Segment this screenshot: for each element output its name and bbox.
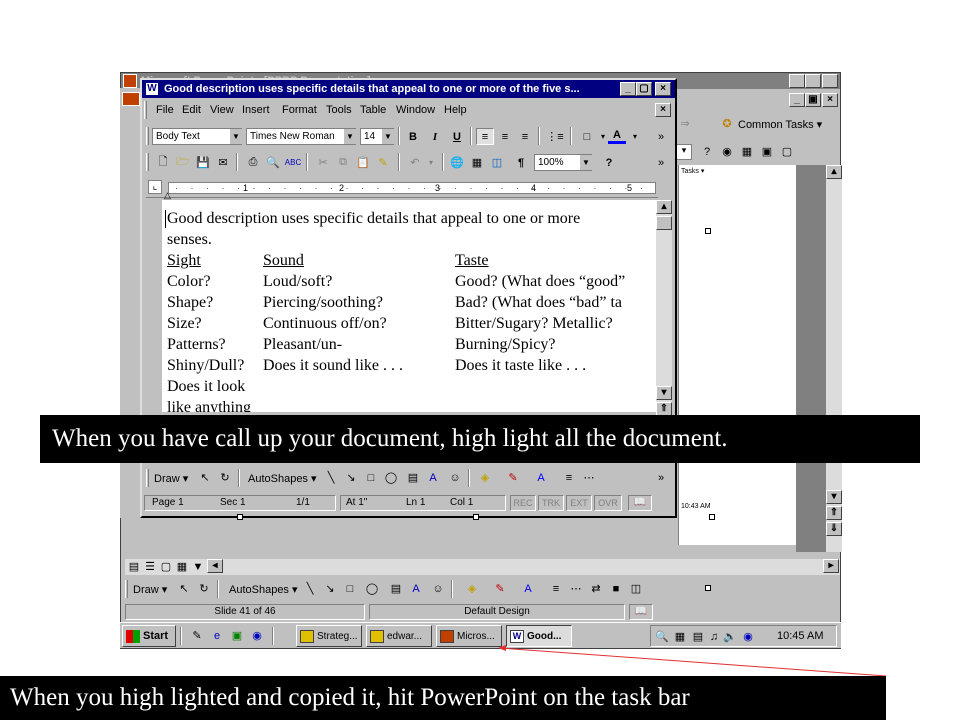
- arrow-head: [498, 645, 506, 651]
- callout-arrow: [498, 645, 887, 677]
- bottom-caption: When you high lighted and copied it, hit…: [0, 676, 886, 720]
- callout-line: [499, 647, 887, 677]
